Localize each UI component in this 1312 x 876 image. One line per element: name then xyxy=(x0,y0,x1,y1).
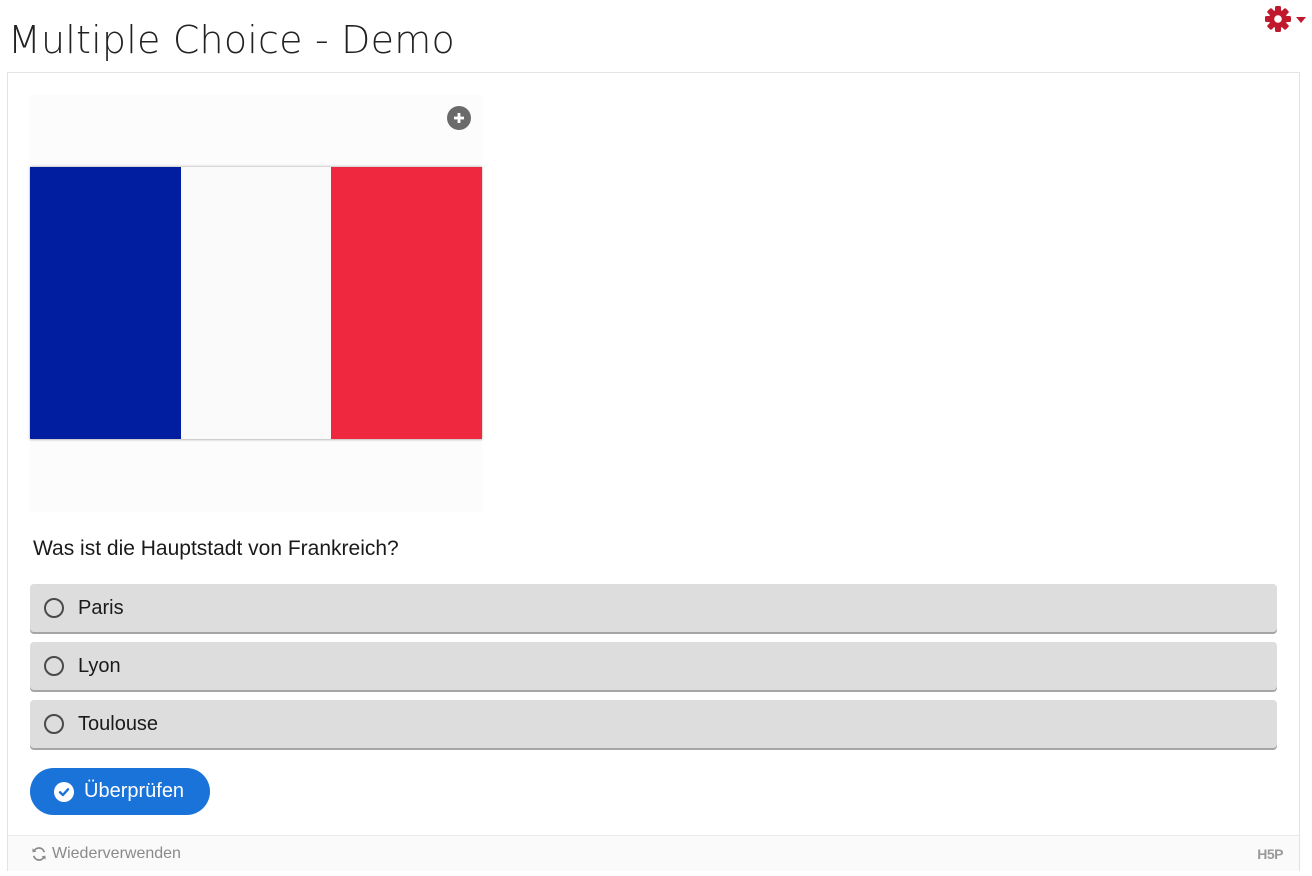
gear-icon xyxy=(1264,5,1292,33)
page-title: Multiple Choice - Demo xyxy=(8,18,455,62)
answer-label: Toulouse xyxy=(78,712,159,735)
answer-option-toulouse[interactable]: Toulouse xyxy=(30,700,1277,748)
refresh-icon xyxy=(32,847,46,861)
flag-stripe-white xyxy=(180,167,332,439)
flag-stripe-red xyxy=(331,167,483,439)
radio-button-icon[interactable] xyxy=(44,598,64,618)
check-answer-label: Überprüfen xyxy=(84,780,185,802)
check-answer-button[interactable]: Überprüfen xyxy=(30,768,211,815)
expand-image-button[interactable] xyxy=(447,106,471,130)
reuse-button[interactable]: Wiederverwenden xyxy=(31,845,181,863)
question-text: Was ist die Hauptstadt von Frankreich? xyxy=(33,537,399,560)
radio-button-icon[interactable] xyxy=(44,714,64,734)
answer-list: Paris Lyon Toulouse xyxy=(30,584,1277,758)
plus-circle-icon xyxy=(454,113,464,123)
answer-label: Lyon xyxy=(78,654,121,677)
action-bar-footer: Wiederverwenden H5P xyxy=(8,835,1299,871)
answer-option-paris[interactable]: Paris xyxy=(30,584,1277,632)
flag-of-france-image xyxy=(30,167,483,439)
reuse-label: Wiederverwenden xyxy=(52,845,181,862)
check-circle-icon xyxy=(54,781,74,802)
answer-label: Paris xyxy=(78,596,124,619)
h5p-content-frame: Was ist die Hauptstadt von Frankreich? P… xyxy=(7,72,1300,871)
h5p-logo[interactable]: H5P xyxy=(1257,846,1283,862)
flag-stripe-blue xyxy=(30,167,181,439)
answer-option-lyon[interactable]: Lyon xyxy=(30,642,1277,690)
radio-button-icon[interactable] xyxy=(44,656,64,676)
question-image xyxy=(30,95,483,512)
chevron-down-icon xyxy=(1296,17,1306,23)
settings-menu-button[interactable] xyxy=(1264,5,1306,33)
